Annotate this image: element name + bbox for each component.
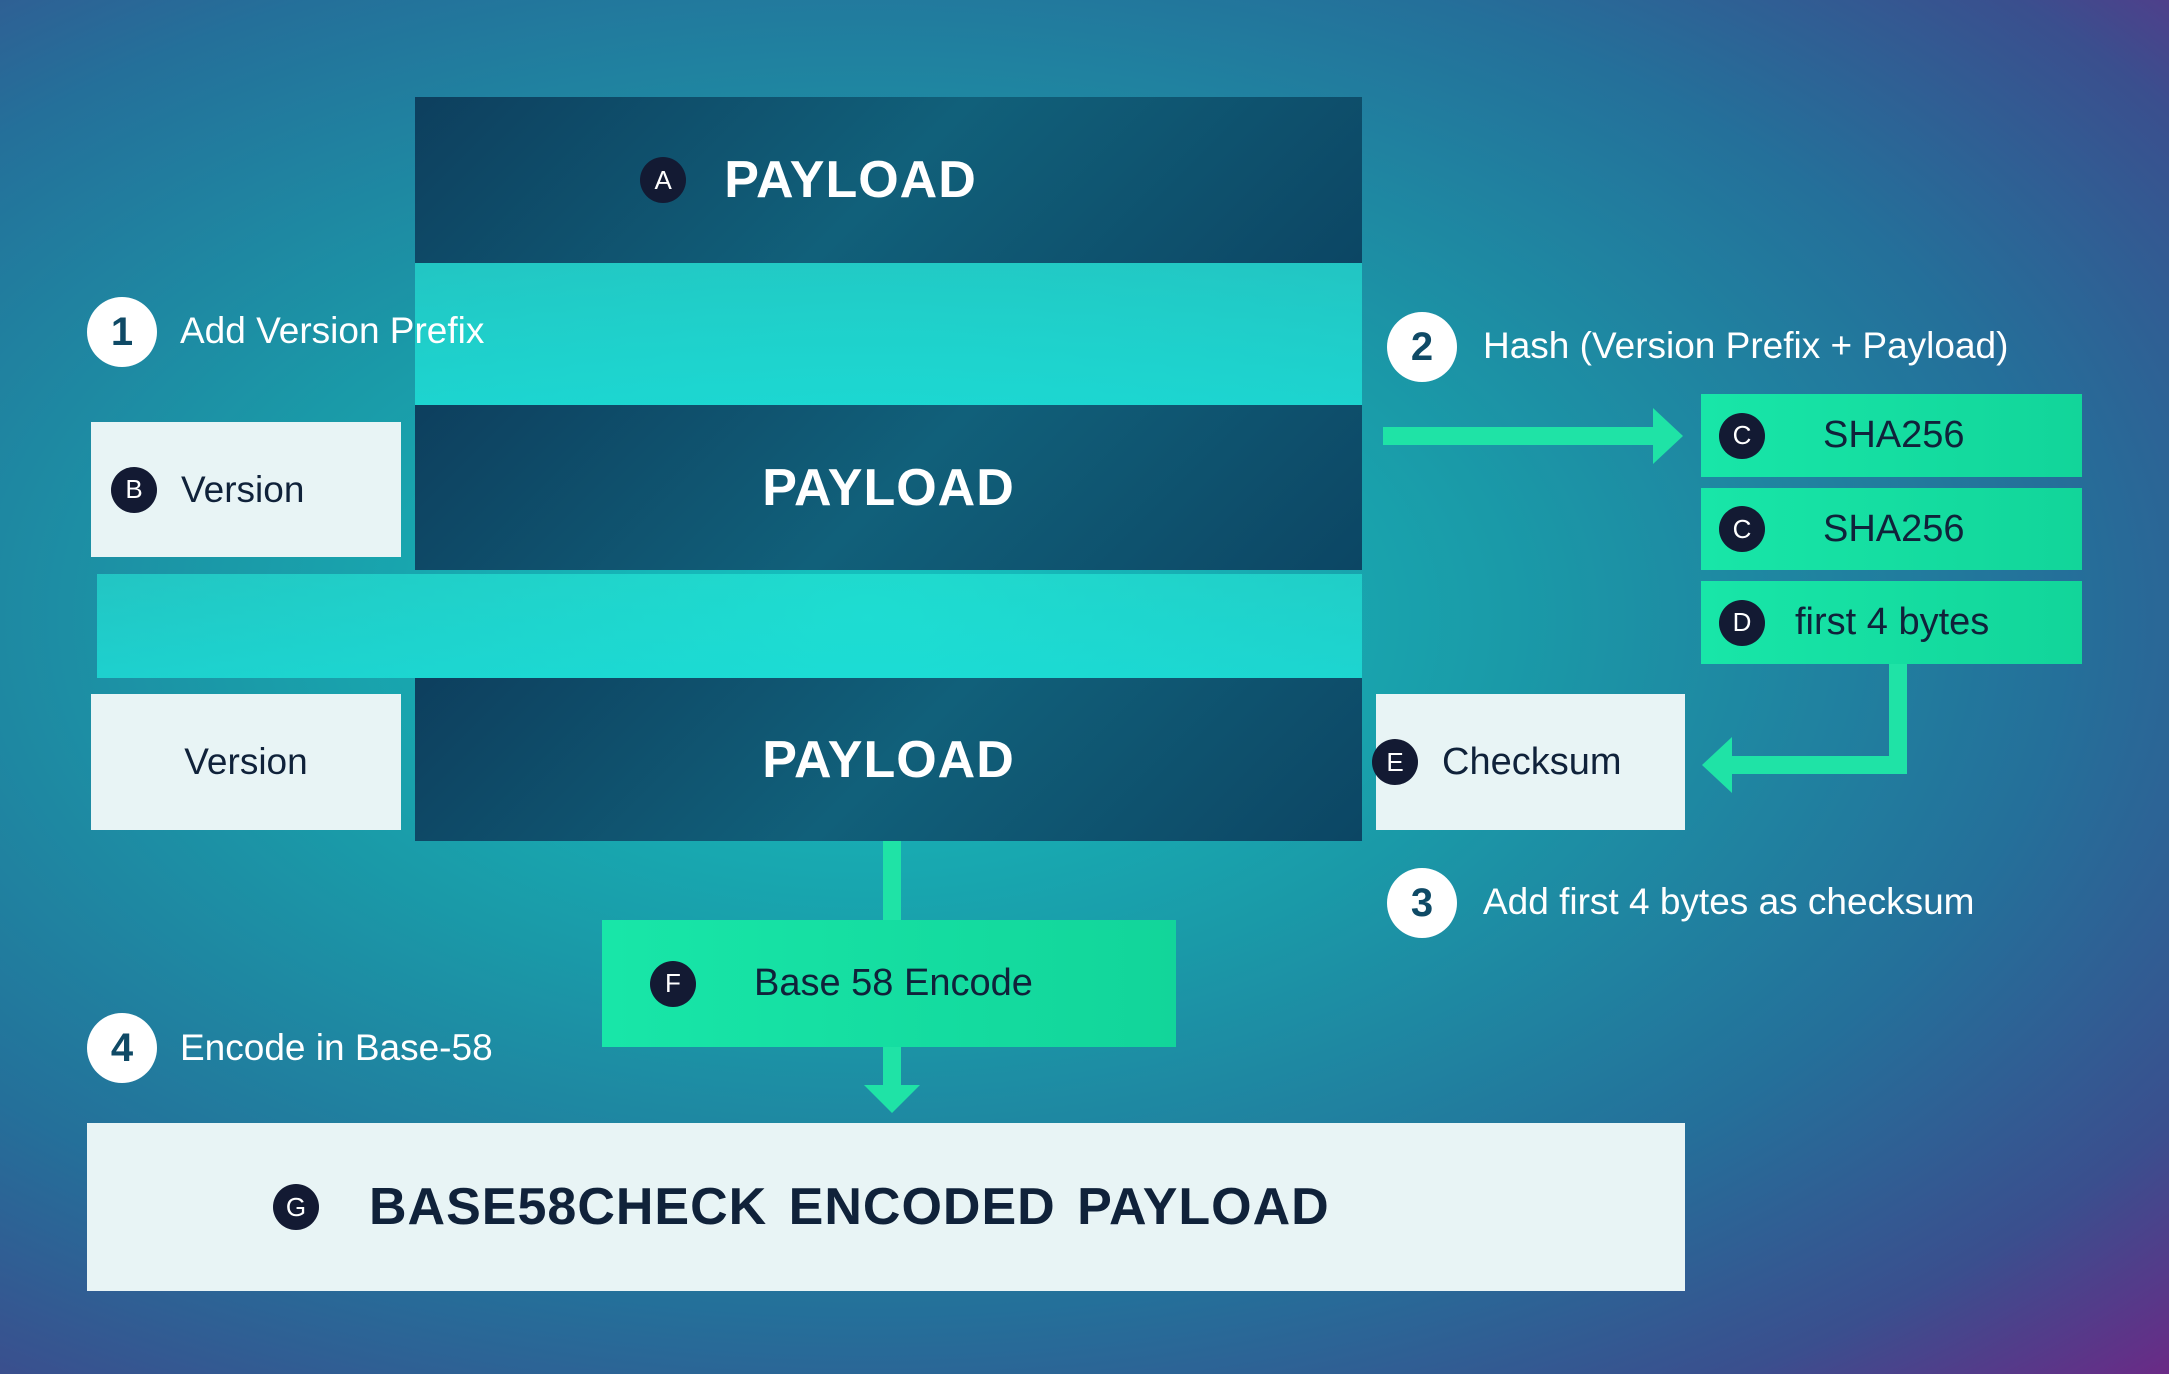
badge-a: A: [640, 157, 687, 203]
arrow-to-sha: [1383, 427, 1653, 445]
sha256-label: SHA256: [1823, 507, 1965, 550]
result-block-g: G BASE58CHECK ENCODED PAYLOAD: [87, 1123, 1685, 1291]
first-4-bytes-block-d: D first 4 bytes: [1701, 581, 2082, 664]
checksum-label: Checksum: [1442, 740, 1622, 783]
sha256-block-2: C SHA256: [1701, 488, 2082, 570]
connector-glow-top: [415, 263, 1362, 405]
version-block: Version: [91, 694, 401, 830]
payload-label: PAYLOAD: [762, 458, 1015, 517]
badge-f: F: [650, 960, 696, 1007]
arrow-head-left-icon: [1702, 737, 1732, 793]
connector-to-encode: [883, 841, 901, 920]
badge-b: B: [111, 466, 157, 513]
checksum-block-e: E Checksum: [1372, 694, 1685, 830]
step-1-marker: 1: [87, 297, 157, 367]
base58-encode-label: Base 58 Encode: [754, 962, 1033, 1004]
version-label: Version: [181, 468, 305, 510]
step-3-label: Add first 4 bytes as checksum: [1483, 881, 1975, 922]
connector-horizontal: [1730, 756, 1907, 774]
payload-block-a: A PAYLOAD: [415, 97, 1362, 263]
badge-d: D: [1719, 599, 1765, 646]
step-4-marker: 4: [87, 1013, 157, 1083]
version-block-b: B Version: [91, 422, 401, 557]
badge-e: E: [1372, 739, 1418, 785]
arrow-head-right-icon: [1653, 408, 1683, 464]
step-1-label: Add Version Prefix: [180, 310, 485, 351]
payload-block-bottom: PAYLOAD: [415, 678, 1362, 841]
payload-label: PAYLOAD: [724, 151, 977, 209]
version-label: Version: [184, 741, 308, 782]
sha256-label: SHA256: [1823, 414, 1965, 456]
payload-block-mid: PAYLOAD: [415, 405, 1362, 570]
step-3-marker: 3: [1387, 868, 1457, 938]
payload-label: PAYLOAD: [762, 730, 1015, 789]
first-4-bytes-label: first 4 bytes: [1795, 601, 1990, 643]
result-label: BASE58CHECK ENCODED PAYLOAD: [369, 1178, 1330, 1236]
connector-glow-middle: [97, 574, 1362, 678]
connector-to-result: [883, 1047, 901, 1087]
step-2-marker: 2: [1387, 312, 1457, 382]
base58-encode-block-f: F Base 58 Encode: [602, 920, 1176, 1047]
badge-c: C: [1719, 412, 1765, 459]
badge-c: C: [1719, 506, 1765, 552]
step-4-label: Encode in Base-58: [180, 1027, 493, 1068]
sha256-block-1: C SHA256: [1701, 394, 2082, 477]
step-2-label: Hash (Version Prefix + Payload): [1483, 325, 2009, 366]
badge-g: G: [273, 1184, 319, 1230]
arrow-head-down-icon: [864, 1085, 920, 1113]
